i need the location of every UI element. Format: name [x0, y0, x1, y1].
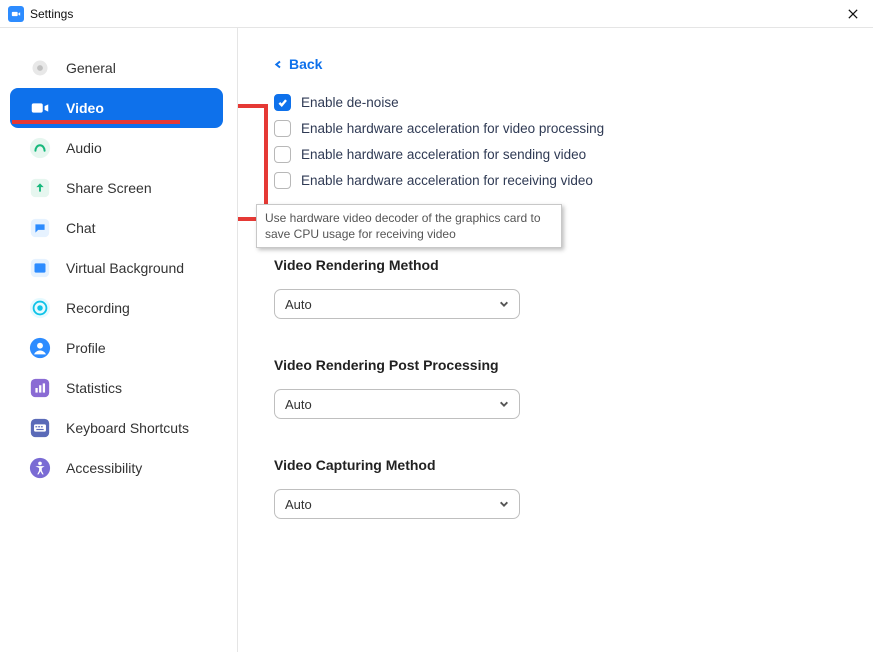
checkbox-row-hw-processing: Enable hardware acceleration for video p…	[274, 120, 837, 137]
sidebar-item-label: Recording	[66, 300, 130, 316]
main-panel: Back Enable de-noise Enable hardware acc…	[238, 28, 873, 652]
sidebar-item-share-screen[interactable]: Share Screen	[10, 168, 223, 208]
sidebar-item-profile[interactable]: Profile	[10, 328, 223, 368]
sidebar-item-label: Keyboard Shortcuts	[66, 420, 189, 436]
back-link[interactable]: Back	[274, 56, 322, 72]
statistics-icon	[28, 376, 52, 400]
select-post-processing[interactable]: Auto	[274, 389, 520, 419]
select-render-method[interactable]: Auto	[274, 289, 520, 319]
back-link-label: Back	[289, 56, 322, 72]
select-value: Auto	[285, 497, 312, 512]
checkbox-hw-receiving[interactable]	[274, 172, 291, 189]
sidebar-item-label: Statistics	[66, 380, 122, 396]
checkbox-label: Enable hardware acceleration for receivi…	[301, 173, 593, 188]
checkbox-hw-sending[interactable]	[274, 146, 291, 163]
keyboard-icon	[28, 416, 52, 440]
gear-icon	[28, 56, 52, 80]
titlebar: Settings	[0, 0, 873, 28]
chevron-down-icon	[499, 499, 509, 509]
sidebar-item-label: General	[66, 60, 116, 76]
annotation-red-underline	[12, 120, 180, 124]
checkbox-row-hw-sending: Enable hardware acceleration for sending…	[274, 146, 837, 163]
checkbox-row-hw-receiving: Enable hardware acceleration for receivi…	[274, 172, 837, 189]
sidebar: General Video Audio Share Screen C	[0, 28, 238, 652]
window-title: Settings	[30, 7, 73, 21]
tooltip: Use hardware video decoder of the graphi…	[256, 204, 562, 248]
tooltip-text: Use hardware video decoder of the graphi…	[265, 211, 541, 241]
virtual-background-icon	[28, 256, 52, 280]
section-title: Video Rendering Method	[274, 257, 837, 273]
sidebar-item-general[interactable]: General	[10, 48, 223, 88]
checkbox-hw-processing[interactable]	[274, 120, 291, 137]
app-icon	[8, 6, 24, 22]
accessibility-icon	[28, 456, 52, 480]
sidebar-item-label: Share Screen	[66, 180, 152, 196]
sidebar-item-audio[interactable]: Audio	[10, 128, 223, 168]
close-button[interactable]	[841, 2, 865, 26]
sidebar-item-statistics[interactable]: Statistics	[10, 368, 223, 408]
checkbox-label: Enable hardware acceleration for sending…	[301, 147, 586, 162]
checkbox-label: Enable hardware acceleration for video p…	[301, 121, 604, 136]
select-value: Auto	[285, 397, 312, 412]
chevron-down-icon	[499, 399, 509, 409]
sidebar-item-label: Virtual Background	[66, 260, 184, 276]
sidebar-item-label: Video	[66, 100, 104, 116]
select-capturing-method[interactable]: Auto	[274, 489, 520, 519]
checkbox-denoise[interactable]	[274, 94, 291, 111]
section-capturing-method: Video Capturing Method Auto	[274, 457, 837, 519]
sidebar-item-label: Audio	[66, 140, 102, 156]
sidebar-item-virtual-background[interactable]: Virtual Background	[10, 248, 223, 288]
chevron-down-icon	[499, 299, 509, 309]
sidebar-item-label: Profile	[66, 340, 106, 356]
sidebar-item-recording[interactable]: Recording	[10, 288, 223, 328]
checkbox-label: Enable de-noise	[301, 95, 399, 110]
select-value: Auto	[285, 297, 312, 312]
sidebar-item-chat[interactable]: Chat	[10, 208, 223, 248]
sidebar-item-accessibility[interactable]: Accessibility	[10, 448, 223, 488]
section-render-method: Video Rendering Method Auto	[274, 257, 837, 319]
body: General Video Audio Share Screen C	[0, 28, 873, 652]
section-title: Video Capturing Method	[274, 457, 837, 473]
audio-icon	[28, 136, 52, 160]
sidebar-item-label: Accessibility	[66, 460, 142, 476]
section-title: Video Rendering Post Processing	[274, 357, 837, 373]
record-icon	[28, 296, 52, 320]
chat-icon	[28, 216, 52, 240]
sidebar-item-keyboard-shortcuts[interactable]: Keyboard Shortcuts	[10, 408, 223, 448]
video-icon	[28, 96, 52, 120]
profile-icon	[28, 336, 52, 360]
checkbox-row-denoise: Enable de-noise	[274, 94, 837, 111]
titlebar-left: Settings	[8, 6, 73, 22]
share-icon	[28, 176, 52, 200]
sidebar-item-label: Chat	[66, 220, 96, 236]
section-post-processing: Video Rendering Post Processing Auto	[274, 357, 837, 419]
